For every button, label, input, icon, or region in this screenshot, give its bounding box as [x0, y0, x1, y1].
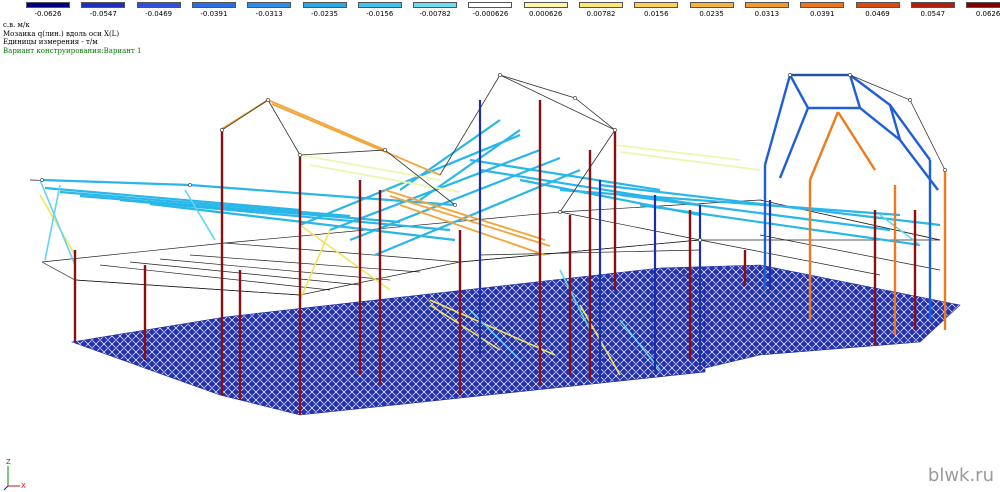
site-watermark: blwk.ru — [927, 465, 994, 486]
slab-left — [70, 267, 706, 416]
axis-triad: Z X — [3, 458, 26, 491]
axis-x-label: X — [21, 482, 26, 490]
structure-3d-view[interactable] — [0, 0, 1000, 492]
axis-z-label: Z — [6, 458, 11, 466]
roof-purlins — [41, 119, 941, 257]
